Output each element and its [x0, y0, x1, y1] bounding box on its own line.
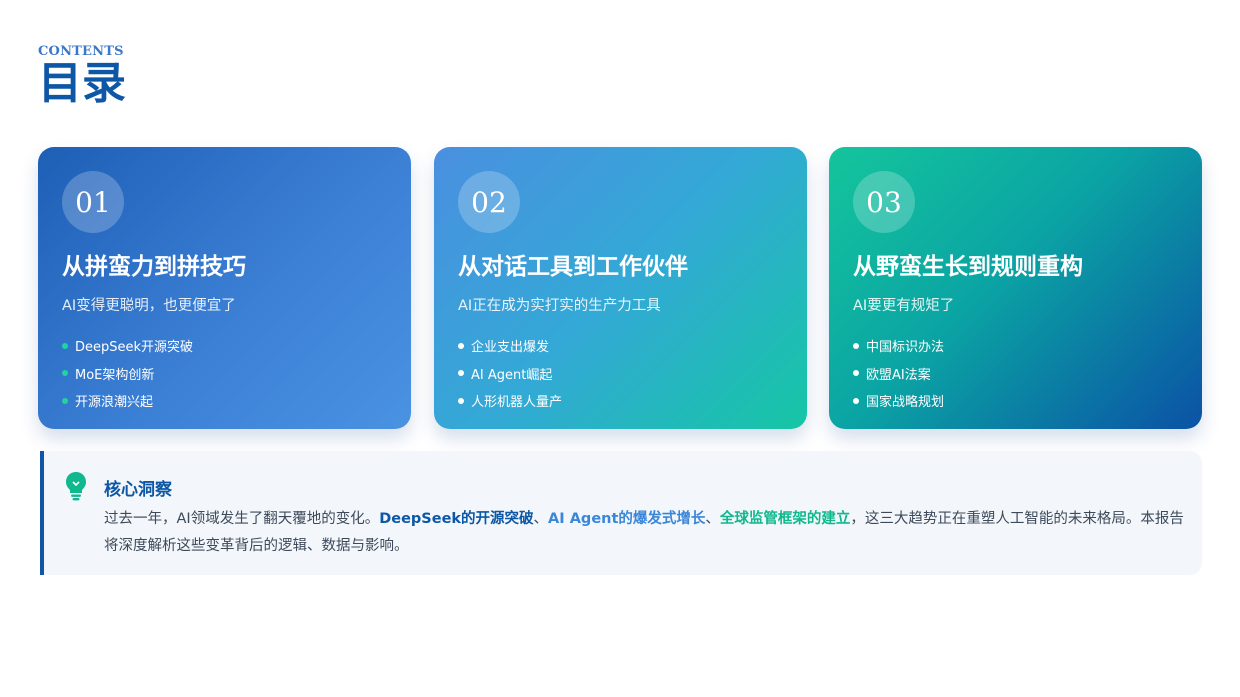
list-item-label: 中国标识办法 [866, 340, 945, 356]
card-1[interactable]: 01 从拼蛮力到拼技巧 AI变得更聪明，也更便宜了 DeepSeek开源突破 M… [38, 147, 411, 429]
list-item-label: AI Agent崛起 [471, 367, 553, 383]
list-item: 开源浪潮兴起 [62, 387, 193, 415]
card-number-badge: 03 [853, 171, 915, 233]
list-item: 企业支出爆发 [458, 332, 562, 360]
list-item: MoE架构创新 [62, 360, 193, 388]
insight-text-part: 过去一年，AI领域发生了翻天覆地的变化。 [104, 511, 380, 527]
list-item-label: 企业支出爆发 [471, 340, 550, 356]
card-list: DeepSeek开源突破 MoE架构创新 开源浪潮兴起 [62, 332, 193, 415]
page-title: 目录 [38, 58, 126, 109]
list-item: DeepSeek开源突破 [62, 332, 193, 360]
card-number-badge: 02 [458, 171, 520, 233]
bullet-icon [853, 342, 859, 349]
card-list: 企业支出爆发 AI Agent崛起 人形机器人量产 [458, 332, 562, 415]
card-subtitle: AI要更有规矩了 [853, 298, 955, 314]
separator: 、 [705, 511, 720, 527]
bullet-icon [458, 370, 464, 377]
card-3[interactable]: 03 从野蛮生长到规则重构 AI要更有规矩了 中国标识办法 欧盟AI法案 国家战… [829, 147, 1202, 429]
insight-text: 过去一年，AI领域发生了翻天覆地的变化。DeepSeek的开源突破、AI Age… [104, 506, 1194, 560]
list-item: 中国标识办法 [853, 332, 944, 360]
card-title: 从拼蛮力到拼技巧 [62, 254, 246, 280]
insight-heading: 核心洞察 [104, 480, 172, 500]
list-item: AI Agent崛起 [458, 360, 562, 388]
bullet-icon [62, 397, 68, 404]
separator: 、 [533, 511, 549, 527]
slide: CONTENTS 目录 01 从拼蛮力到拼技巧 AI变得更聪明，也更便宜了 De… [0, 0, 1240, 697]
card-subtitle: AI正在成为实打实的生产力工具 [458, 298, 661, 314]
card-title: 从对话工具到工作伙伴 [458, 254, 688, 280]
card-2[interactable]: 02 从对话工具到工作伙伴 AI正在成为实打实的生产力工具 企业支出爆发 AI … [434, 147, 807, 429]
card-list: 中国标识办法 欧盟AI法案 国家战略规划 [853, 332, 944, 415]
list-item-label: MoE架构创新 [75, 367, 155, 383]
insight-box: 核心洞察 过去一年，AI领域发生了翻天覆地的变化。DeepSeek的开源突破、A… [40, 451, 1202, 575]
list-item-label: 人形机器人量产 [471, 395, 563, 411]
highlight-deepseek: DeepSeek的开源突破 [379, 511, 534, 527]
highlight-agent: AI Agent的爆发式增长 [548, 511, 706, 527]
bullet-icon [458, 397, 464, 404]
list-item-label: 国家战略规划 [866, 395, 945, 411]
list-item: 欧盟AI法案 [853, 360, 944, 388]
bullet-icon [458, 342, 464, 349]
lightbulb-icon [66, 472, 86, 501]
card-title: 从野蛮生长到规则重构 [853, 254, 1083, 280]
bullet-icon [62, 370, 68, 377]
bullet-icon [62, 342, 68, 349]
highlight-regulation: 全球监管框架的建立 [719, 511, 851, 527]
list-item-label: DeepSeek开源突破 [75, 340, 194, 356]
list-item: 国家战略规划 [853, 387, 944, 415]
bullet-icon [853, 370, 859, 377]
card-subtitle: AI变得更聪明，也更便宜了 [62, 298, 236, 314]
card-number-badge: 01 [62, 171, 124, 233]
list-item-label: 欧盟AI法案 [866, 367, 931, 383]
list-item-label: 开源浪潮兴起 [75, 395, 154, 411]
bullet-icon [853, 397, 859, 404]
list-item: 人形机器人量产 [458, 387, 562, 415]
card-grid: 01 从拼蛮力到拼技巧 AI变得更聪明，也更便宜了 DeepSeek开源突破 M… [38, 147, 1202, 429]
